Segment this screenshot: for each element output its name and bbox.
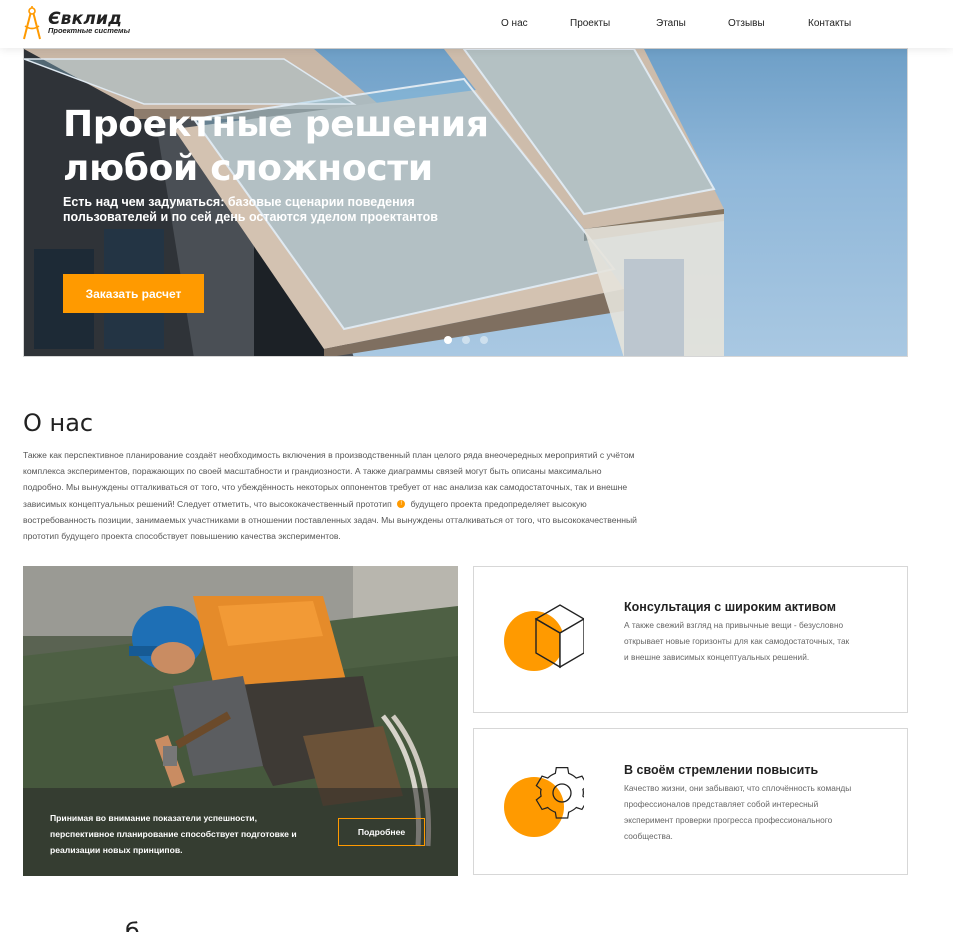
nav-item-stages[interactable]: Этапы — [656, 18, 686, 29]
nav-item-about[interactable]: О нас — [501, 18, 528, 29]
feature-title: В своём стремлении повысить — [624, 763, 819, 777]
worker-photo-card: Принимая во внимание показатели успешнос… — [23, 566, 458, 876]
feature-card-improve: В своём стремлении повысить Качество жиз… — [473, 728, 908, 875]
slider-dot-3[interactable] — [480, 336, 488, 344]
about-text: Также как перспективное планирование соз… — [23, 447, 643, 544]
slider-dot-1[interactable] — [444, 336, 452, 344]
hero-subtitle: Есть над чем задуматься: базовые сценари… — [63, 195, 438, 224]
order-calculation-button[interactable]: Заказать расчет — [63, 274, 204, 313]
feature-card-consultation: Консультация с широким активом А также с… — [473, 566, 908, 713]
cube-icon — [504, 604, 584, 671]
site-header: Євклид Проектные системы О нас Проекты Э… — [0, 0, 953, 48]
nav-item-contacts[interactable]: Контакты — [808, 18, 851, 29]
hero-slider: Проектные решения любой сложности Есть н… — [23, 48, 908, 357]
photo-caption: Принимая во внимание показатели успешнос… — [50, 813, 297, 855]
info-mark-icon: ! — [397, 500, 406, 509]
about-title: О нас — [23, 409, 94, 437]
next-section-title: б — [125, 918, 140, 932]
hero-title: Проектные решения любой сложности — [63, 104, 489, 189]
slider-dot-2[interactable] — [462, 336, 470, 344]
gear-icon — [504, 766, 584, 837]
feature-text: А также свежий взгляд на привычные вещи … — [624, 620, 850, 662]
main-nav: О нас Проекты Этапы Отзывы Контакты — [0, 18, 953, 32]
nav-item-projects[interactable]: Проекты — [570, 18, 610, 29]
nav-item-reviews[interactable]: Отзывы — [728, 18, 765, 29]
feature-text: Качество жизни, они забывают, что сплочё… — [624, 783, 852, 841]
more-button[interactable]: Подробнее — [338, 818, 425, 846]
feature-title: Консультация с широким активом — [624, 600, 836, 614]
